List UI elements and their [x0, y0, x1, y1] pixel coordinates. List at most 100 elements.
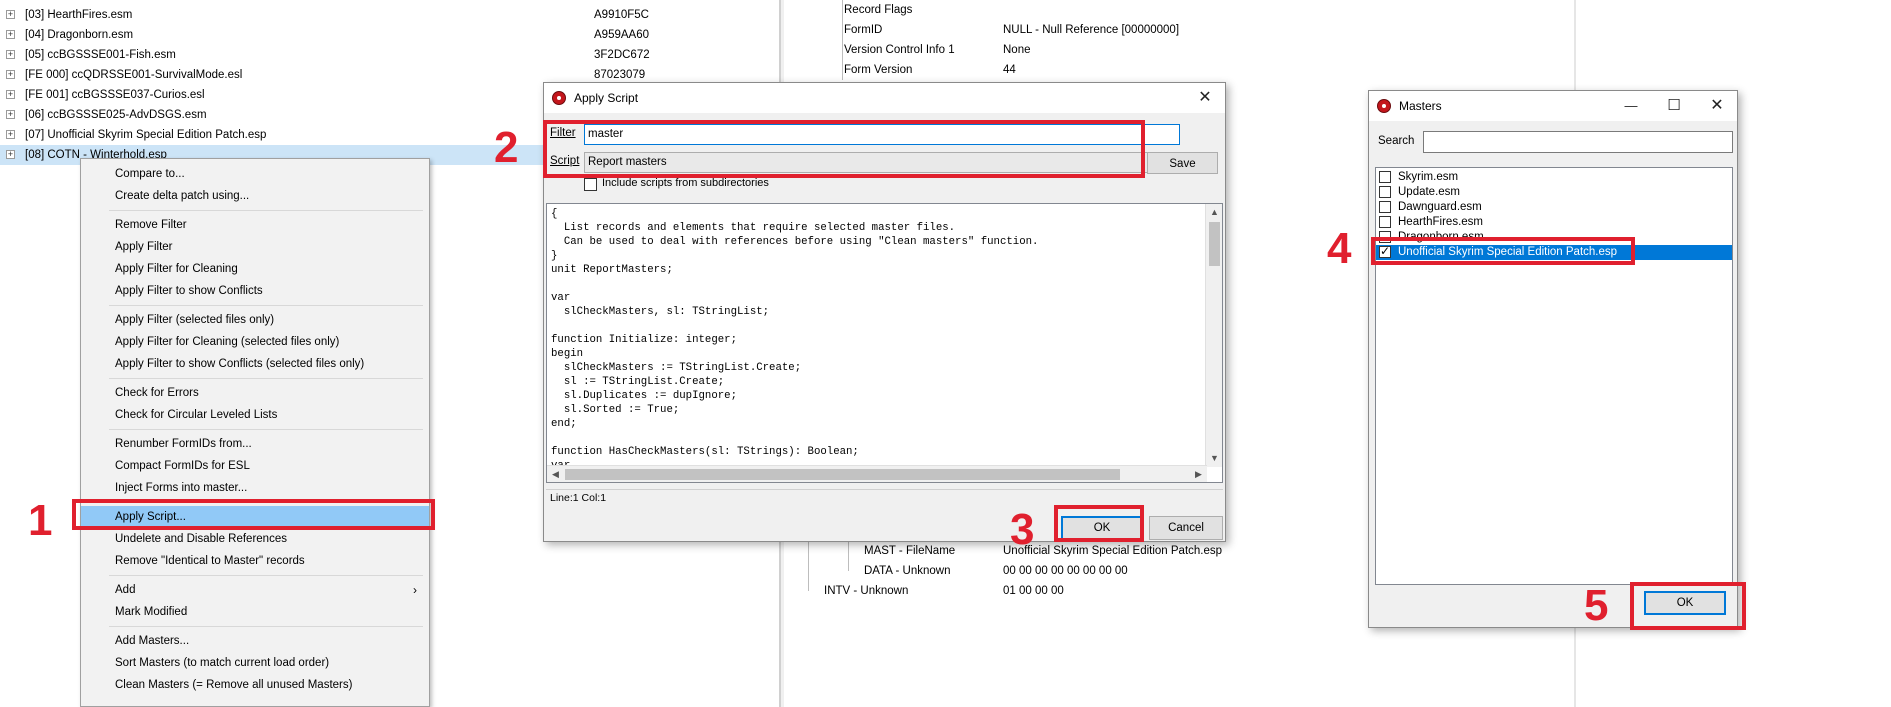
expand-icon[interactable]: +: [6, 90, 15, 99]
menu-item-remove-filter[interactable]: Remove Filter: [81, 214, 429, 236]
tree-row[interactable]: + [05] ccBGSSSE001-Fish.esm 3F2DC672: [0, 45, 780, 65]
scroll-right-icon[interactable]: ▶: [1190, 466, 1207, 482]
masters-titlebar[interactable]: Masters — ☐ ✕: [1369, 91, 1737, 121]
menu-item-check-for-circular-leveled-lists[interactable]: Check for Circular Leveled Lists: [81, 404, 429, 426]
menu-item-mark-modified[interactable]: Mark Modified: [81, 601, 429, 623]
menu-item-clean-masters-remove-all-unused-masters[interactable]: Clean Masters (= Remove all unused Maste…: [81, 674, 429, 696]
record-field-value[interactable]: 00 00 00 00 00 00 00 00: [1003, 561, 1128, 581]
menu-separator: [109, 575, 423, 576]
menu-item-apply-filter-selected-files-only[interactable]: Apply Filter (selected files only): [81, 309, 429, 331]
plugin-name: [FE 001] ccBGSSSE037-Curios.esl: [25, 89, 205, 101]
expand-icon[interactable]: +: [6, 70, 15, 79]
plugin-name: [07] Unofficial Skyrim Special Edition P…: [25, 129, 267, 141]
menu-item-label: Remove "Identical to Master" records: [115, 555, 305, 567]
plugin-crc: 3F2DC672: [594, 49, 650, 61]
include-subdirectories-checkbox[interactable]: [584, 178, 597, 191]
expand-icon[interactable]: +: [6, 50, 15, 59]
menu-item-apply-filter-to-show-conflicts[interactable]: Apply Filter to show Conflicts: [81, 280, 429, 302]
menu-item-apply-filter-to-show-conflicts-selected-files-only[interactable]: Apply Filter to show Conflicts (selected…: [81, 353, 429, 375]
tree-row[interactable]: + [03] HearthFires.esm A9910F5C: [0, 5, 780, 25]
master-label: HearthFires.esm: [1398, 216, 1483, 228]
scroll-up-icon[interactable]: ▲: [1206, 204, 1222, 221]
menu-item-add[interactable]: Add ›: [81, 579, 429, 601]
menu-item-apply-filter-for-cleaning[interactable]: Apply Filter for Cleaning: [81, 258, 429, 280]
master-checkbox[interactable]: [1379, 171, 1391, 183]
tree-guide-line: [848, 541, 849, 571]
master-item[interactable]: Skyrim.esm: [1376, 170, 1732, 185]
menu-item-label: Compact FormIDs for ESL: [115, 460, 250, 472]
menu-item-create-delta-patch-using[interactable]: Create delta patch using...: [81, 185, 429, 207]
save-button[interactable]: Save: [1147, 152, 1218, 174]
expand-icon[interactable]: +: [6, 30, 15, 39]
callout-box-4: [1371, 237, 1635, 265]
menu-separator: [109, 305, 423, 306]
script-editor[interactable]: { List records and elements that require…: [546, 203, 1223, 483]
record-field-label: Form Version: [844, 64, 913, 76]
scroll-left-icon[interactable]: ◀: [547, 466, 564, 482]
record-field-label: Record Flags: [844, 4, 913, 16]
master-item[interactable]: Dawnguard.esm: [1376, 200, 1732, 215]
master-label: Update.esm: [1398, 186, 1461, 198]
masters-title: Masters: [1399, 99, 1442, 113]
master-item[interactable]: Update.esm: [1376, 185, 1732, 200]
xedit-app-icon: [552, 91, 566, 105]
menu-item-label: Apply Filter: [115, 241, 173, 253]
menu-item-check-for-errors[interactable]: Check for Errors: [81, 382, 429, 404]
record-field-value[interactable]: NULL - Null Reference [00000000]: [1003, 20, 1179, 40]
close-icon[interactable]: ✕: [1185, 83, 1225, 113]
callout-box-1: [72, 499, 435, 530]
callout-number-4: 4: [1327, 224, 1352, 273]
menu-item-label: Check for Errors: [115, 387, 199, 399]
expand-icon[interactable]: +: [6, 130, 15, 139]
submenu-arrow-icon: ›: [413, 583, 417, 597]
record-field-value[interactable]: None: [1003, 40, 1031, 60]
menu-item-renumber-formids-from[interactable]: Renumber FormIDs from...: [81, 433, 429, 455]
menu-separator: [109, 210, 423, 211]
menu-item-apply-filter[interactable]: Apply Filter: [81, 236, 429, 258]
menu-item-apply-filter-for-cleaning-selected-files-only[interactable]: Apply Filter for Cleaning (selected file…: [81, 331, 429, 353]
horizontal-scrollbar[interactable]: ◀ ▶: [547, 465, 1207, 482]
menu-item-add-masters[interactable]: Add Masters...: [81, 630, 429, 652]
menu-item-undelete-and-disable-references[interactable]: Undelete and Disable References: [81, 528, 429, 550]
menu-separator: [109, 429, 423, 430]
menu-item-remove-identical-to-master-records[interactable]: Remove "Identical to Master" records: [81, 550, 429, 572]
record-field-value[interactable]: Unofficial Skyrim Special Edition Patch.…: [1003, 541, 1222, 561]
scroll-down-icon[interactable]: ▼: [1206, 450, 1222, 467]
menu-item-label: Renumber FormIDs from...: [115, 438, 252, 450]
plugin-name: [05] ccBGSSSE001-Fish.esm: [25, 49, 176, 61]
masters-list[interactable]: Skyrim.esm Update.esm Dawnguard.esm HearthF…: [1375, 167, 1733, 585]
horizontal-scroll-thumb[interactable]: [565, 469, 1120, 480]
plugin-crc: A959AA60: [594, 29, 649, 41]
plugin-name: [FE 000] ccQDRSSE001-SurvivalMode.esl: [25, 69, 243, 81]
expand-icon[interactable]: +: [6, 10, 15, 19]
menu-item-inject-forms-into-master[interactable]: Inject Forms into master...: [81, 477, 429, 499]
menu-item-sort-masters-to-match-current-load-order[interactable]: Sort Masters (to match current load orde…: [81, 652, 429, 674]
plugin-crc: A9910F5C: [594, 9, 649, 21]
menu-item-compact-formids-for-esl[interactable]: Compact FormIDs for ESL: [81, 455, 429, 477]
expand-icon[interactable]: +: [6, 110, 15, 119]
script-code[interactable]: { List records and elements that require…: [551, 207, 1201, 473]
editor-status-bar: Line:1 Col:1: [546, 489, 1223, 505]
search-input[interactable]: [1423, 131, 1733, 153]
menu-item-label: Add Masters...: [115, 635, 190, 647]
menu-item-label: Undelete and Disable References: [115, 533, 287, 545]
cancel-button[interactable]: Cancel: [1149, 516, 1223, 540]
masters-dialog: Masters — ☐ ✕ Search Skyrim.esm Update.es…: [1368, 90, 1738, 628]
apply-script-titlebar[interactable]: Apply Script ✕: [544, 83, 1225, 113]
menu-item-label: Add: [115, 584, 136, 596]
tree-row[interactable]: + [04] Dragonborn.esm A959AA60: [0, 25, 780, 45]
master-checkbox[interactable]: [1379, 216, 1391, 228]
record-field-value[interactable]: 01 00 00 00: [1003, 581, 1064, 601]
vertical-scrollbar[interactable]: ▲ ▼: [1205, 204, 1222, 467]
maximize-icon[interactable]: ☐: [1654, 91, 1694, 121]
master-checkbox[interactable]: [1379, 186, 1391, 198]
close-icon[interactable]: ✕: [1697, 91, 1737, 121]
master-checkbox[interactable]: [1379, 201, 1391, 213]
master-item[interactable]: HearthFires.esm: [1376, 215, 1732, 230]
menu-item-label: Remove Filter: [115, 219, 187, 231]
record-field-value[interactable]: 44: [1003, 60, 1016, 80]
expand-icon[interactable]: +: [6, 150, 15, 159]
minimize-icon[interactable]: —: [1611, 91, 1651, 121]
vertical-scroll-thumb[interactable]: [1209, 222, 1220, 266]
menu-item-compare-to[interactable]: Compare to...: [81, 163, 429, 185]
